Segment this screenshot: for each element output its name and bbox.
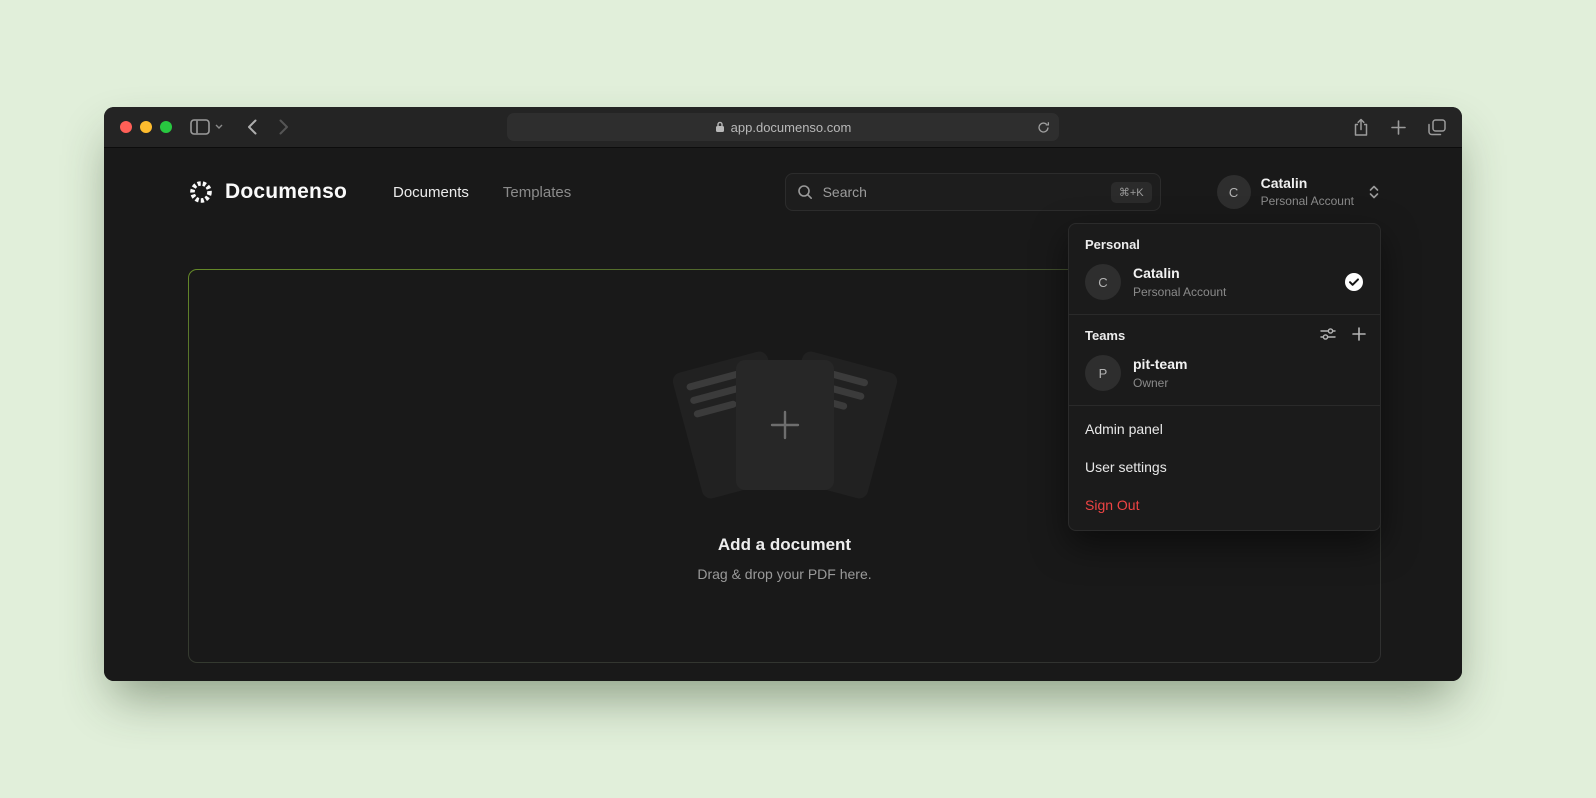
account-texts: Catalin Personal Account (1261, 175, 1354, 208)
new-tab-plus-icon[interactable] (1391, 120, 1406, 135)
window-controls (120, 121, 172, 133)
toolbar-right (1353, 118, 1446, 137)
minimize-window-button[interactable] (140, 121, 152, 133)
plus-icon (768, 408, 802, 442)
menu-team-item[interactable]: P pit-team Owner (1069, 352, 1380, 405)
search-shortcut-badge: ⌘+K (1111, 182, 1152, 203)
sidebar-chevron-down-icon[interactable] (215, 124, 223, 130)
back-button-icon[interactable] (247, 119, 257, 135)
team-avatar: P (1085, 355, 1121, 391)
selected-check-icon (1344, 272, 1364, 292)
url-text: app.documenso.com (731, 120, 852, 135)
add-team-plus-icon[interactable] (1352, 327, 1366, 341)
menu-actions: Admin panel User settings Sign Out (1069, 406, 1380, 524)
document-card-center (736, 360, 834, 490)
share-icon[interactable] (1353, 118, 1369, 137)
search-input[interactable] (821, 183, 1103, 201)
menu-teams-label: Teams (1069, 315, 1320, 352)
main-nav: Documents Templates (393, 184, 571, 201)
reload-icon[interactable] (1037, 121, 1050, 134)
team-name: pit-team (1133, 356, 1187, 373)
app-header: Documenso Documents Templates ⌘+K C Cata… (188, 172, 1380, 212)
dropzone-subtitle: Drag & drop your PDF here. (697, 566, 871, 582)
lock-icon (715, 121, 725, 133)
close-window-button[interactable] (120, 121, 132, 133)
chevron-up-down-icon (1368, 184, 1380, 200)
dropzone-title: Add a document (718, 535, 851, 555)
team-texts: pit-team Owner (1133, 356, 1187, 390)
menu-personal-account[interactable]: C Catalin Personal Account (1069, 261, 1380, 314)
team-role: Owner (1133, 376, 1187, 390)
brand-name: Documenso (225, 180, 347, 204)
forward-button-icon[interactable] (279, 119, 289, 135)
search-icon (797, 184, 813, 200)
manage-teams-icon[interactable] (1320, 326, 1336, 342)
document-stack-illustration (675, 351, 895, 501)
browser-window: app.documenso.com Documenso (104, 107, 1462, 681)
menu-teams-header: Teams (1069, 315, 1380, 352)
brand[interactable]: Documenso (188, 179, 347, 205)
menu-item-sign-out[interactable]: Sign Out (1069, 486, 1380, 524)
menu-item-user-settings[interactable]: User settings (1069, 448, 1380, 486)
nav-item-documents[interactable]: Documents (393, 184, 469, 201)
personal-texts: Catalin Personal Account (1133, 265, 1226, 299)
app-page: Documenso Documents Templates ⌘+K C Cata… (104, 148, 1462, 681)
account-avatar: C (1217, 175, 1251, 209)
personal-name: Catalin (1133, 265, 1226, 282)
address-bar[interactable]: app.documenso.com (507, 113, 1059, 141)
account-name: Catalin (1261, 175, 1354, 192)
sidebar-toggle-icon[interactable] (190, 119, 210, 135)
personal-avatar: C (1085, 264, 1121, 300)
menu-personal-label: Personal (1069, 224, 1380, 261)
teams-header-icons (1320, 326, 1366, 342)
browser-titlebar: app.documenso.com (104, 107, 1462, 148)
tab-overview-icon[interactable] (1428, 119, 1446, 136)
documenso-logo-icon (188, 179, 214, 205)
account-menu-button[interactable]: C Catalin Personal Account (1217, 175, 1380, 209)
menu-item-admin-panel[interactable]: Admin panel (1069, 410, 1380, 448)
account-dropdown-menu: Personal C Catalin Personal Account Team… (1068, 223, 1381, 531)
fullscreen-window-button[interactable] (160, 121, 172, 133)
nav-item-templates[interactable]: Templates (503, 184, 571, 201)
toolbar-left (190, 119, 289, 135)
personal-type: Personal Account (1133, 285, 1226, 299)
account-type: Personal Account (1261, 194, 1354, 208)
search-box: ⌘+K (785, 173, 1161, 211)
